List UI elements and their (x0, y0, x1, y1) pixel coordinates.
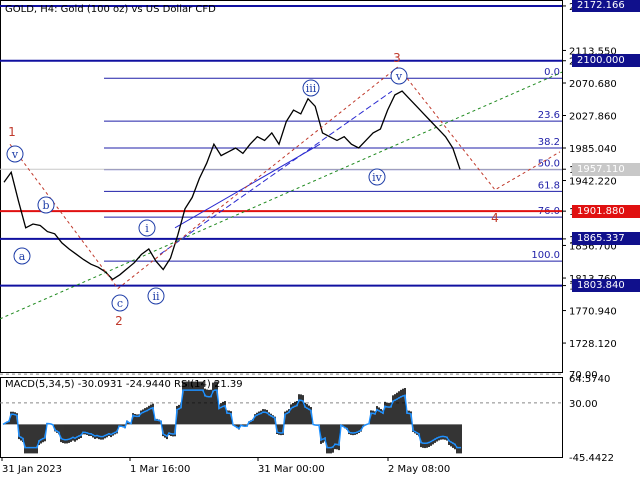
wave-label-minor: iii (306, 82, 317, 95)
wave-label-minor: a (19, 250, 26, 263)
price-tick-label: 1942.220 (569, 177, 617, 188)
macd-axis-label: 30.00 (569, 399, 598, 410)
wave-label-major: 3 (393, 51, 401, 65)
level-badge: 2100.000 (572, 54, 640, 68)
price-series-line (3, 90, 461, 281)
level-badge: 1803.840 (572, 279, 640, 293)
wave-label-minor: v (11, 148, 19, 161)
chart-title: GOLD, H4: Gold (100 oz) vs US Dollar CFD (5, 4, 216, 15)
price-tick-label: 1770.940 (569, 307, 617, 318)
level-badge: 2172.166 (572, 0, 640, 13)
level-badge: 1865.337 (572, 232, 640, 246)
time-axis-label: 2 May 08:00 (388, 464, 450, 475)
macd-title: MACD(5,34,5) -30.0931 -24.9440 RSI(14) 2… (5, 379, 243, 390)
wave-label-major: 2 (115, 314, 123, 328)
wave-label-minor: v (395, 70, 403, 83)
fib-level-label: 23.6 (538, 110, 560, 121)
price-tick-label: 1985.040 (569, 144, 617, 155)
wave-path-major (9, 66, 561, 290)
wave-label-major: 1 (8, 125, 16, 139)
time-axis-label: 31 Jan 2023 (2, 464, 62, 475)
wave-label-minor: ii (152, 290, 160, 303)
time-axis-label: 31 Mar 00:00 (258, 464, 325, 475)
wave-label-minor: c (117, 297, 123, 310)
main-plot-frame (0, 0, 563, 373)
wave-label-major: 4 (491, 211, 499, 225)
price-tick-label: 2027.860 (569, 112, 617, 123)
price-tick-label: 2070.680 (569, 79, 617, 90)
current-price-badge: 1957.110 (572, 162, 640, 176)
wave-label-minor: i (145, 222, 149, 235)
macd-axis-label: 70.00 (569, 370, 598, 381)
chart-root: 2172.1662113.5502100.0002070.6802027.860… (0, 0, 640, 480)
level-badge: 1901.880 (572, 204, 640, 218)
wave-label-minor: iv (372, 171, 383, 184)
fib-level-label: 50.0 (538, 159, 560, 170)
fib-level-label: 61.8 (538, 180, 560, 191)
time-axis-label: 1 Mar 16:00 (130, 464, 190, 475)
fib-level-label: 38.2 (538, 137, 560, 148)
wave-label-minor: b (42, 199, 49, 212)
trend-line-green (0, 71, 563, 320)
macd-axis-label: -45.4422 (569, 453, 614, 464)
fib-level-label: 100.0 (531, 250, 560, 261)
gold-chart-svg: 2172.1662113.5502100.0002070.6802027.860… (0, 0, 617, 475)
price-tick-label: 1728.120 (569, 339, 617, 350)
trend-channel-upper (159, 90, 393, 255)
